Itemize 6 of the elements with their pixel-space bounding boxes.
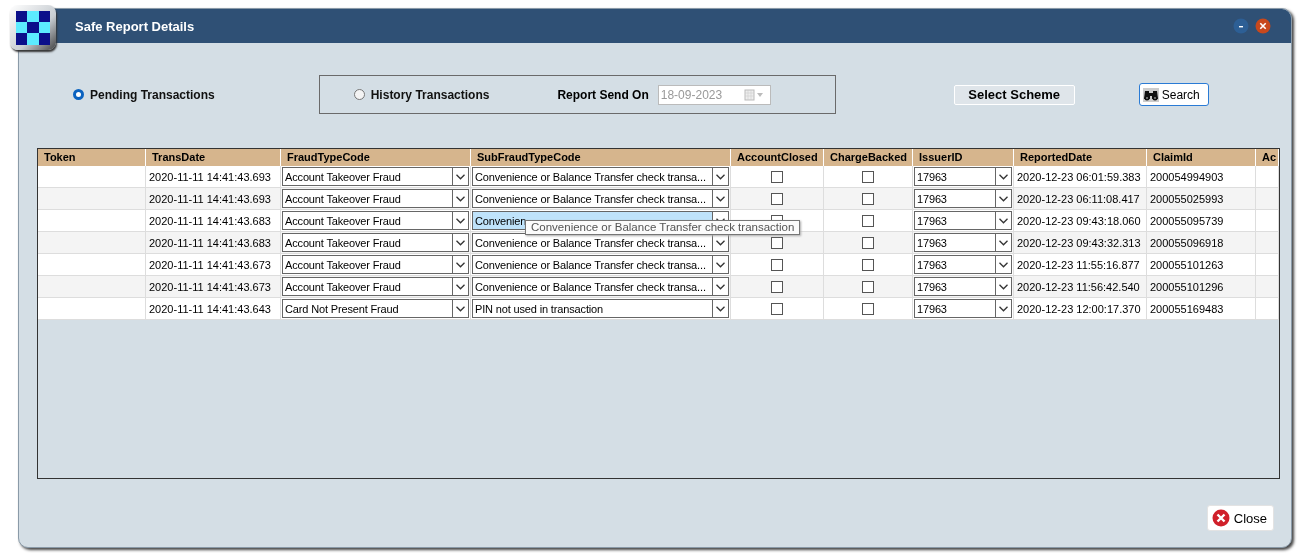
window-title: Safe Report Details	[75, 18, 196, 34]
report-send-on-label: Report Send On	[557, 87, 649, 102]
tooltip: Convenience or Balance Transfer check transaction	[525, 220, 801, 235]
table-cell: 2020-12-23 12:00:17.370	[1014, 298, 1147, 320]
table-cell: 200055169483	[1147, 298, 1256, 320]
table-cell: 2020-11-11 14:41:43.643	[146, 298, 281, 320]
